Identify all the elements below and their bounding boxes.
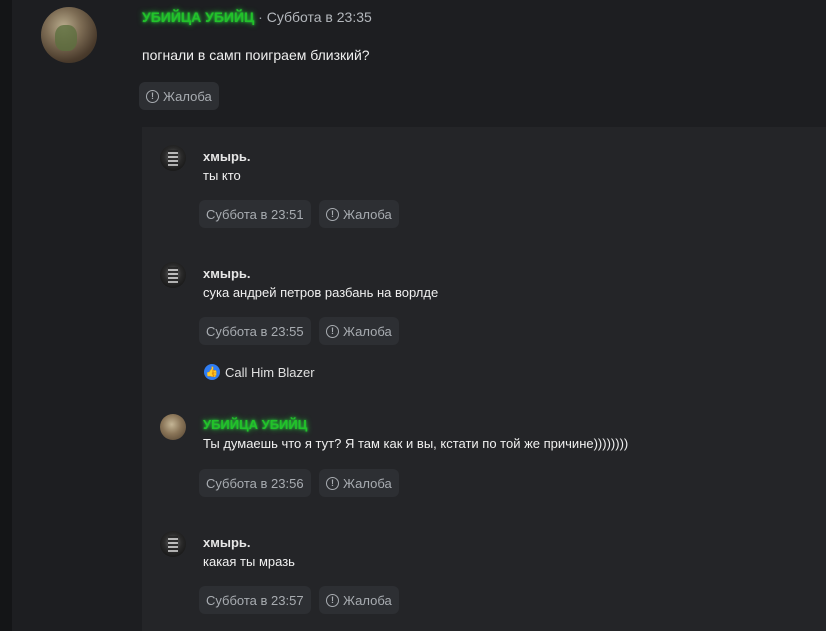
comment-date: Суббота в 23:55 (206, 323, 304, 339)
comment-text: какая ты мразь (203, 554, 295, 569)
comment-author-name[interactable]: хмырь. (203, 149, 251, 164)
comment-date-button[interactable]: Суббота в 23:55 (199, 317, 311, 345)
comment-author-name[interactable]: хмырь. (203, 266, 251, 281)
comment-author-avatar[interactable] (160, 414, 186, 440)
alert-circle-icon: ! (326, 324, 339, 338)
post-date[interactable]: Суббота в 23:35 (267, 9, 372, 25)
liked-by-user[interactable]: Call Him Blazer (225, 365, 315, 380)
report-label: Жалоба (163, 88, 212, 104)
alert-circle-icon: ! (146, 89, 159, 103)
comment-text: ты кто (203, 168, 241, 183)
left-strip (0, 0, 12, 631)
thumbs-up-icon: 👍 (204, 364, 220, 380)
alert-circle-icon: ! (326, 593, 339, 607)
comment-date: Суббота в 23:51 (206, 206, 304, 222)
report-label: Жалоба (343, 323, 392, 339)
alert-circle-icon: ! (326, 476, 339, 490)
post-report-button[interactable]: ! Жалоба (139, 82, 219, 110)
comment-report-button[interactable]: ! Жалоба (319, 586, 399, 614)
comment-author-name[interactable]: хмырь. (203, 535, 251, 550)
comment-author-avatar[interactable] (160, 145, 186, 171)
comment-author-avatar[interactable] (160, 262, 186, 288)
post-header: УБИЙЦА УБИЙЦ · Суббота в 23:35 (142, 9, 372, 25)
post-author-avatar[interactable] (41, 7, 97, 63)
comment-date-button[interactable]: Суббота в 23:51 (199, 200, 311, 228)
report-label: Жалоба (343, 206, 392, 222)
comment-author-name[interactable]: УБИЙЦА УБИЙЦ (203, 417, 307, 432)
comment-date-button[interactable]: Суббота в 23:56 (199, 469, 311, 497)
comment-text: Ты думаешь что я тут? Я там как и вы, кс… (203, 436, 629, 451)
comment-date: Суббота в 23:57 (206, 592, 304, 608)
report-label: Жалоба (343, 592, 392, 608)
comment-text: сука андрей петров разбань на ворлде (203, 285, 439, 300)
alert-circle-icon: ! (326, 207, 339, 221)
report-label: Жалоба (343, 475, 392, 491)
comment-report-button[interactable]: ! Жалоба (319, 469, 399, 497)
comment-report-button[interactable]: ! Жалоба (319, 317, 399, 345)
post-author-name[interactable]: УБИЙЦА УБИЙЦ (142, 9, 254, 25)
comment-likes[interactable]: 👍 Call Him Blazer (204, 364, 315, 380)
comment-date: Суббота в 23:56 (206, 475, 304, 491)
header-separator: · (258, 9, 263, 25)
post-text: погнали в самп поиграем близкий? (142, 47, 370, 63)
comment-report-button[interactable]: ! Жалоба (319, 200, 399, 228)
comment-date-button[interactable]: Суббота в 23:57 (199, 586, 311, 614)
comment-author-avatar[interactable] (160, 531, 186, 557)
